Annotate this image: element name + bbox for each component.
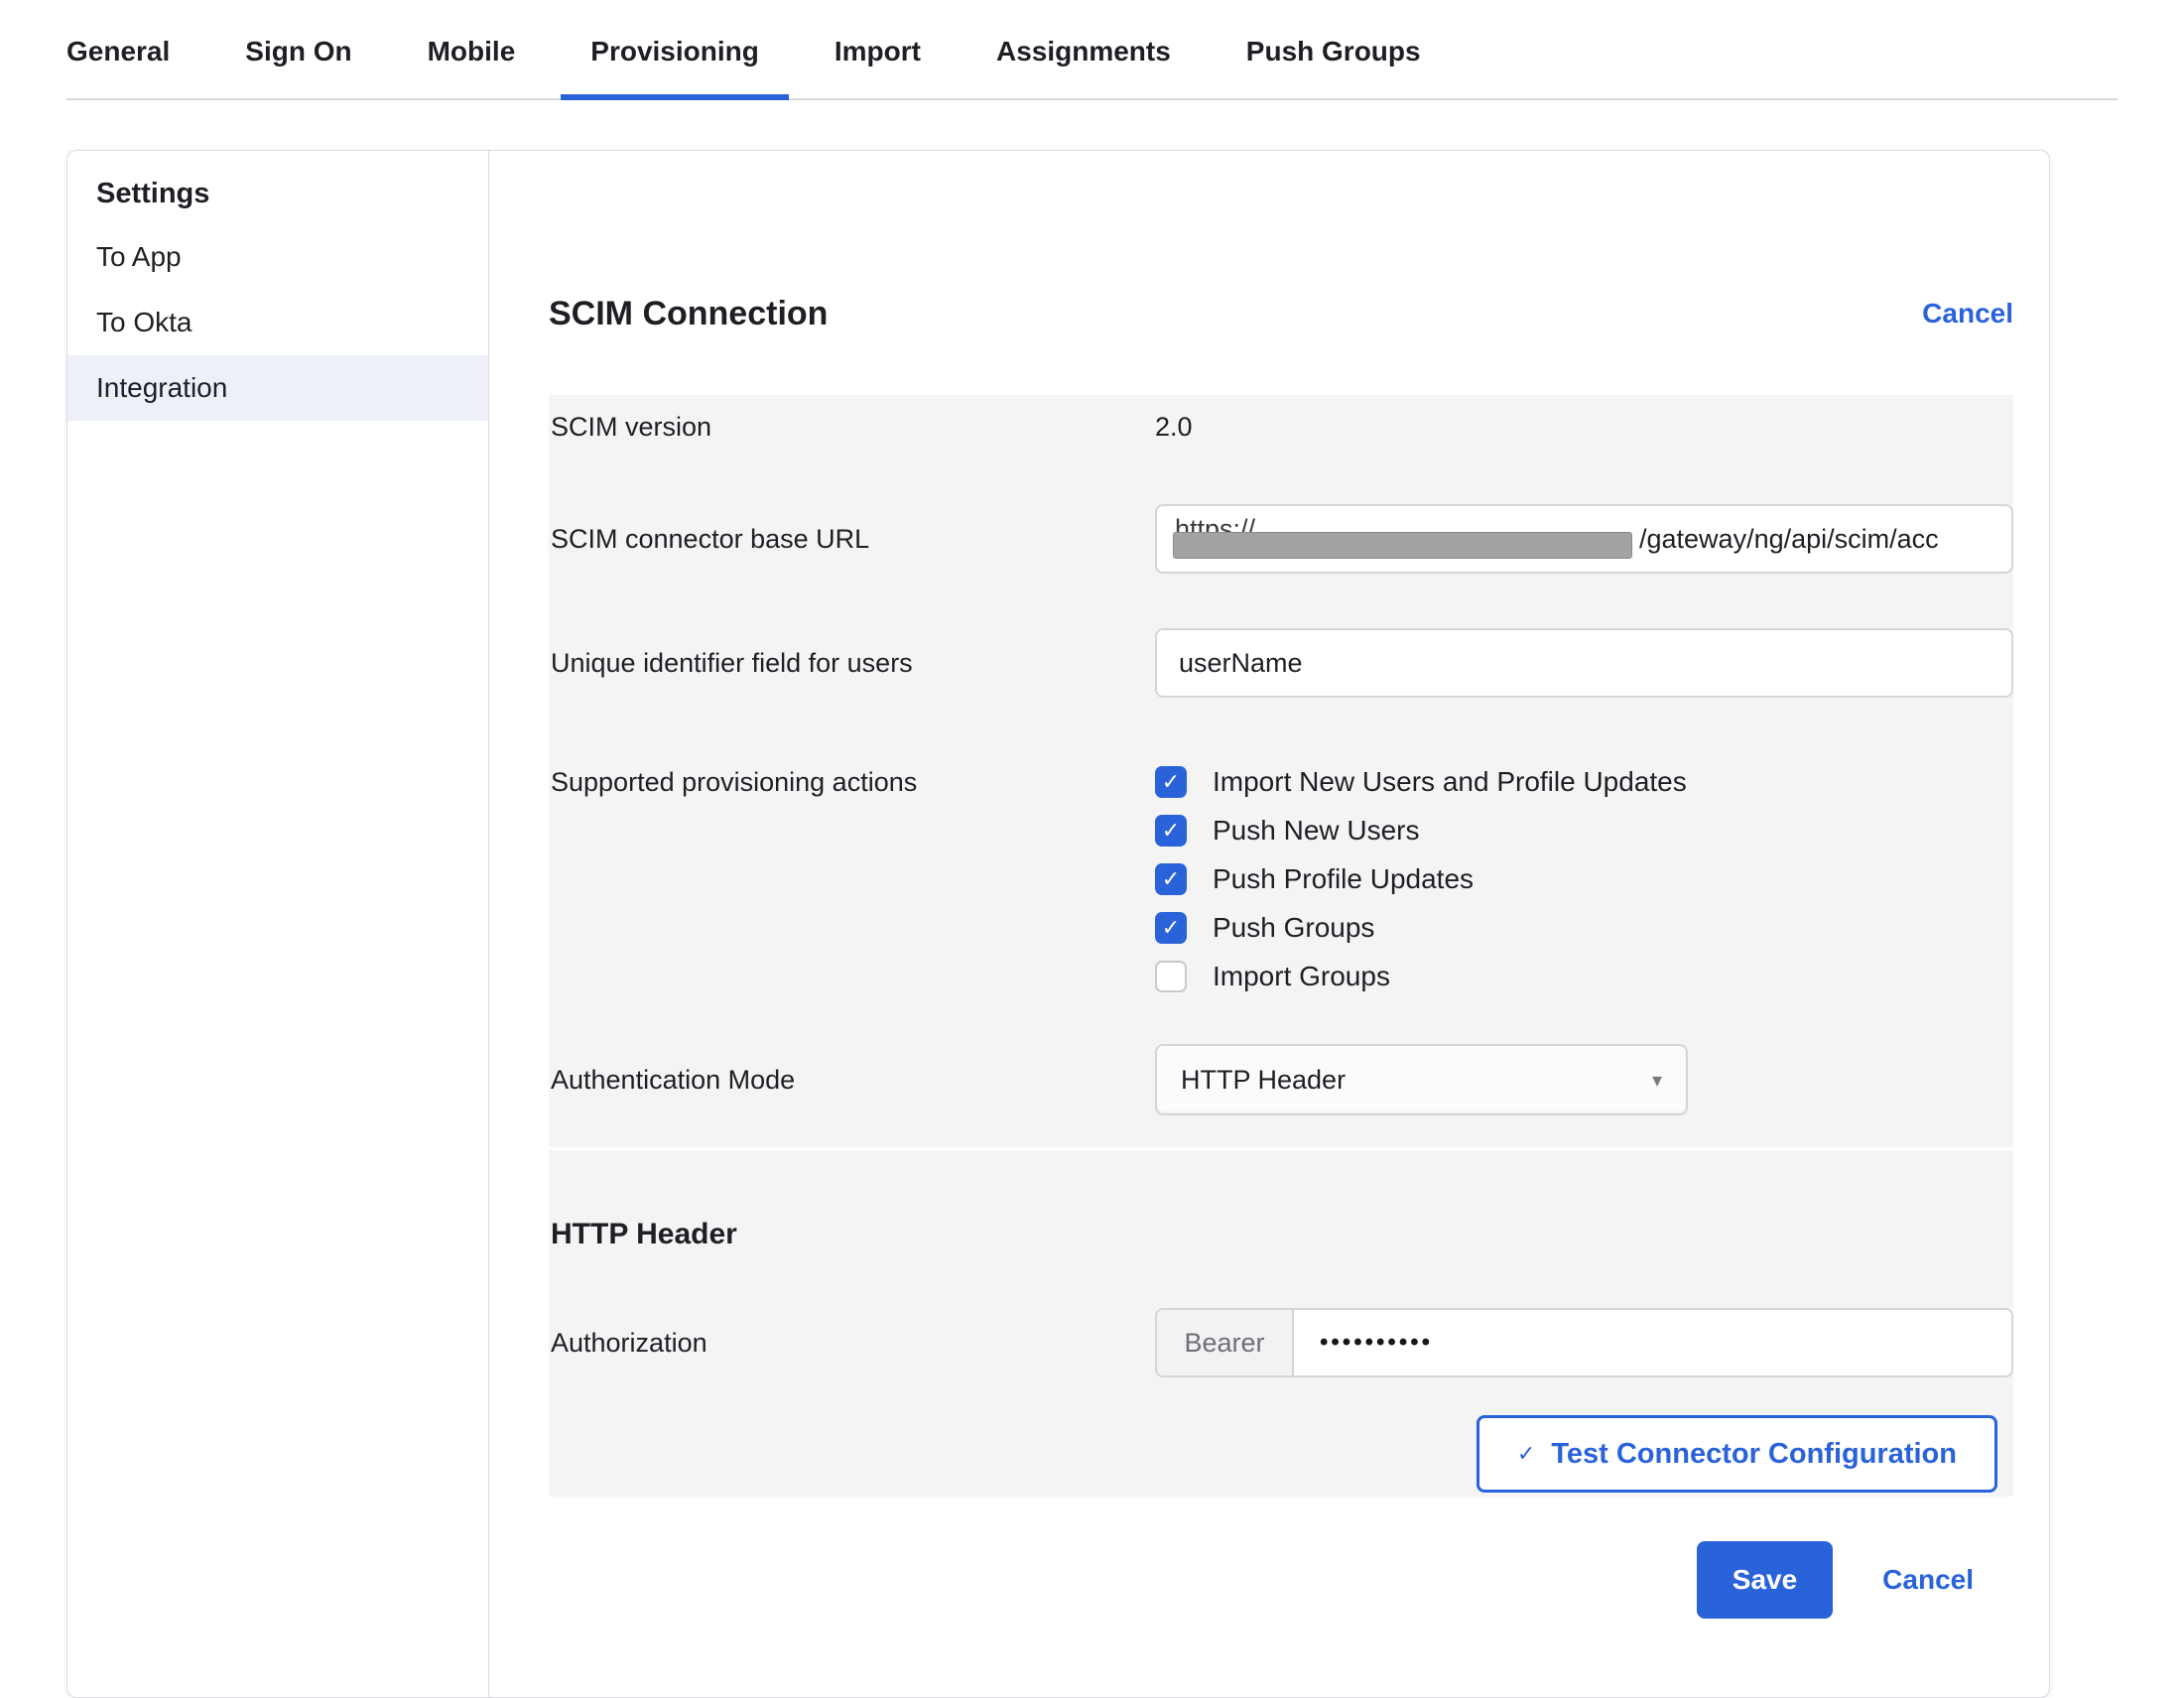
auth-mode-select[interactable]: HTTP Header ▾ bbox=[1155, 1044, 1688, 1115]
base-url-label: SCIM connector base URL bbox=[551, 521, 1155, 557]
checkbox-label: Push Groups bbox=[1213, 912, 1374, 944]
http-header-title: HTTP Header bbox=[551, 1215, 2013, 1254]
checkbox-import-new-users[interactable]: ✓ bbox=[1155, 766, 1187, 798]
row-provisioning-actions: Supported provisioning actions ✓ Import … bbox=[551, 757, 2013, 1000]
authorization-token-input[interactable]: •••••••••• bbox=[1294, 1310, 1433, 1375]
scim-form: SCIM version 2.0 SCIM connector base URL… bbox=[549, 395, 2013, 1619]
main-panel: SCIM Connection Cancel SCIM version 2.0 … bbox=[489, 151, 2049, 1697]
checkbox-import-groups[interactable] bbox=[1155, 961, 1187, 992]
checkbox-row-push-new-users[interactable]: ✓ Push New Users bbox=[1155, 806, 2013, 854]
check-icon: ✓ bbox=[1162, 771, 1180, 793]
test-connector-button[interactable]: ✓ Test Connector Configuration bbox=[1477, 1415, 1997, 1493]
row-base-url: SCIM connector base URL https:// /gatewa… bbox=[551, 504, 2013, 574]
checkbox-label: Import New Users and Profile Updates bbox=[1213, 766, 1687, 798]
http-header-block: HTTP Header Authorization Bearer •••••••… bbox=[549, 1150, 2013, 1497]
test-connector-label: Test Connector Configuration bbox=[1551, 1438, 1957, 1471]
save-button[interactable]: Save bbox=[1697, 1541, 1833, 1619]
checkbox-row-import-groups[interactable]: Import Groups bbox=[1155, 952, 2013, 1000]
redaction-bar bbox=[1173, 532, 1632, 559]
tab-provisioning[interactable]: Provisioning bbox=[590, 36, 759, 98]
checkbox-row-import-new-users[interactable]: ✓ Import New Users and Profile Updates bbox=[1155, 757, 2013, 806]
checkbox-label: Push Profile Updates bbox=[1213, 863, 1474, 895]
checkbox-push-profile-updates[interactable]: ✓ bbox=[1155, 863, 1187, 895]
authorization-input-group: Bearer •••••••••• bbox=[1155, 1308, 2013, 1377]
tab-general[interactable]: General bbox=[66, 36, 170, 98]
tab-import[interactable]: Import bbox=[835, 36, 921, 98]
page-title: SCIM Connection bbox=[549, 292, 828, 335]
test-connector-row: ✓ Test Connector Configuration bbox=[551, 1415, 2013, 1493]
unique-identifier-label: Unique identifier field for users bbox=[551, 645, 1155, 681]
app-tabbar: General Sign On Mobile Provisioning Impo… bbox=[66, 0, 2118, 100]
scim-version-label: SCIM version bbox=[551, 409, 1155, 445]
unique-identifier-value: userName bbox=[1179, 648, 1303, 679]
checkbox-push-new-users[interactable]: ✓ bbox=[1155, 815, 1187, 847]
check-icon: ✓ bbox=[1517, 1441, 1535, 1467]
sidebar-item-integration[interactable]: Integration bbox=[67, 355, 488, 421]
unique-identifier-input[interactable]: userName bbox=[1155, 628, 2013, 698]
tab-mobile[interactable]: Mobile bbox=[428, 36, 516, 98]
checkbox-row-push-profile-updates[interactable]: ✓ Push Profile Updates bbox=[1155, 854, 2013, 903]
tab-push-groups[interactable]: Push Groups bbox=[1246, 36, 1421, 98]
base-url-visible-text: /gateway/ng/api/scim/acc bbox=[1639, 506, 1939, 572]
tab-sign-on[interactable]: Sign On bbox=[245, 36, 351, 98]
chevron-down-icon: ▾ bbox=[1652, 1068, 1662, 1093]
checkbox-push-groups[interactable]: ✓ bbox=[1155, 912, 1187, 944]
row-auth-mode: Authentication Mode HTTP Header ▾ bbox=[551, 1044, 2013, 1115]
checkbox-label: Push New Users bbox=[1213, 815, 1420, 847]
auth-mode-selected-value: HTTP Header bbox=[1181, 1065, 1346, 1096]
checkbox-row-push-groups[interactable]: ✓ Push Groups bbox=[1155, 903, 2013, 952]
sidebar-item-to-okta[interactable]: To Okta bbox=[67, 290, 488, 355]
scim-version-value: 2.0 bbox=[1155, 412, 2013, 443]
row-scim-version: SCIM version 2.0 bbox=[551, 409, 2013, 445]
row-unique-identifier: Unique identifier field for users userNa… bbox=[551, 628, 2013, 698]
base-url-input[interactable]: https:// /gateway/ng/api/scim/acc bbox=[1155, 504, 2013, 574]
check-icon: ✓ bbox=[1162, 868, 1180, 890]
auth-mode-label: Authentication Mode bbox=[551, 1062, 1155, 1098]
footer-cancel-link[interactable]: Cancel bbox=[1882, 1564, 1974, 1596]
tab-assignments[interactable]: Assignments bbox=[996, 36, 1171, 98]
provisioning-card: Settings To App To Okta Integration SCIM… bbox=[66, 150, 2050, 1698]
row-authorization: Authorization Bearer •••••••••• bbox=[551, 1308, 2013, 1377]
scim-settings-block: SCIM version 2.0 SCIM connector base URL… bbox=[549, 395, 2013, 1150]
sidebar-item-to-app[interactable]: To App bbox=[67, 224, 488, 290]
settings-sidebar: Settings To App To Okta Integration bbox=[67, 151, 489, 1697]
check-icon: ✓ bbox=[1162, 917, 1180, 939]
checkbox-label: Import Groups bbox=[1213, 961, 1390, 992]
sidebar-title: Settings bbox=[67, 171, 488, 216]
authorization-label: Authorization bbox=[551, 1325, 1155, 1361]
provisioning-actions-label: Supported provisioning actions bbox=[551, 757, 1155, 800]
header-cancel-link[interactable]: Cancel bbox=[1922, 298, 2013, 329]
bearer-prefix: Bearer bbox=[1157, 1310, 1294, 1375]
provisioning-actions-list: ✓ Import New Users and Profile Updates ✓… bbox=[1155, 757, 2013, 1000]
form-footer: Save Cancel bbox=[549, 1541, 2013, 1619]
check-icon: ✓ bbox=[1162, 820, 1180, 842]
main-header: SCIM Connection Cancel bbox=[549, 292, 2013, 335]
